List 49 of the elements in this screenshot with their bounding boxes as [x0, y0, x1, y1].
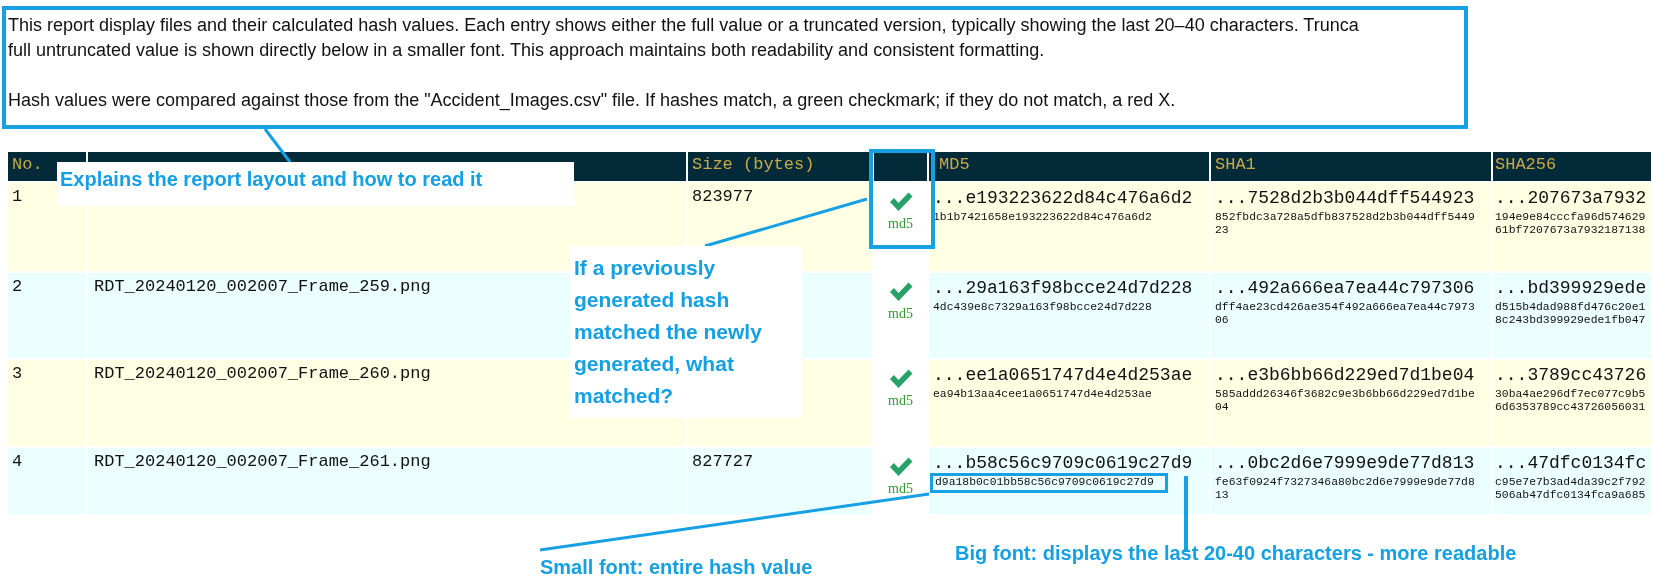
- hash-full: d515b4dad988fd476c20e1 8c243bd399929ede1fb047: [1495, 301, 1646, 327]
- file-name: RDT_20240120_002007_Frame_259.png: [94, 277, 431, 296]
- hash-short: ...207673a7932: [1495, 187, 1647, 209]
- hash-full: 194e9e84cccfa96d574629 61bf7207673a7932187138: [1495, 211, 1646, 237]
- match-label: md5: [888, 216, 913, 232]
- hash-full: 30ba4ae296df7ec077c9b5 6d6353789cc43726056031: [1495, 388, 1646, 414]
- callout-text: Explains the report layout and how to read it: [57, 162, 574, 206]
- callout-text: If a previously generated hash matched the newly generated, what matched?: [570, 246, 802, 418]
- file-size: 823977: [692, 187, 754, 206]
- hash-short: ...e193223622d84c476a6d2: [933, 187, 1193, 209]
- column-header: [874, 152, 927, 181]
- callout-text: Big font: displays the last 20-40 characters - more readable: [955, 541, 1517, 566]
- file-name: RDT_20240120_002007_Frame_260.png: [94, 364, 431, 383]
- description-text: Hash values were compared against those from the "Accident_Images.csv" file. If hashes match, a green checkmark; if they do not match, a red X.: [8, 89, 1177, 113]
- match-label: md5: [888, 481, 913, 497]
- leader-line: [263, 128, 292, 163]
- file-size: 827727: [692, 452, 754, 471]
- column-header: SHA1: [1211, 152, 1491, 181]
- row-number: 4: [12, 452, 23, 471]
- hash-full: fe63f0924f7327346a80bc2d6e7999e9de77d8 13: [1215, 476, 1475, 502]
- hash-short: ...47dfc0134fc: [1495, 452, 1647, 474]
- description-text: This report display files and their calculated hash values. Each entry shows either the full value or a truncated version, typically showing the last 20–40 characters. Trunca full untruncated value is shown directly below in a smaller font. This approach maintains both readability and consistent formatting.: [8, 14, 1360, 62]
- hash-short: ...3789cc43726: [1495, 364, 1647, 386]
- hash-short: ...b58c56c9709c0619c27d9: [933, 452, 1193, 474]
- callout-text: Small font: entire hash value: [540, 555, 813, 580]
- hash-full: 585addd26346f3682c9e3b6bb66d229ed7d1be 04: [1215, 388, 1475, 414]
- hash-short: ...0bc2d6e7999e9de77d813: [1215, 452, 1475, 474]
- hash-full: 852fbdc3a728a5dfb837528d2b3b044dff5449 23: [1215, 211, 1475, 237]
- match-label: md5: [888, 306, 913, 322]
- hash-short: ...492a666ea7ea44c797306: [1215, 277, 1475, 299]
- row-number: 2: [12, 277, 23, 296]
- row-number: 1: [12, 187, 23, 206]
- hash-full: 4dc439e8c7329a163f98bcce24d7d228: [933, 301, 1152, 314]
- hash-short: ...29a163f98bcce24d7d228: [933, 277, 1193, 299]
- hash-short: ...bd399929ede: [1495, 277, 1647, 299]
- hash-short: ...7528d2b3b044dff544923: [1215, 187, 1475, 209]
- hash-short: ...e3b6bb66d229ed7d1be04: [1215, 364, 1475, 386]
- match-label: md5: [888, 393, 913, 409]
- hash-full: d9a18b0c01bb58c56c9709c0619c27d9: [935, 476, 1155, 489]
- row-number: 3: [12, 364, 23, 383]
- column-header: Size (bytes): [688, 152, 872, 181]
- hash-full: ea94b13aa4cee1a0651747d4e4d253ae: [933, 388, 1152, 401]
- hash-full: 1b1b7421658e193223622d84c476a6d2: [933, 211, 1152, 224]
- hash-full: dff4ae23cd426ae354f492a666ea7ea44c7973 06: [1215, 301, 1475, 327]
- column-header: SHA256: [1493, 152, 1651, 181]
- file-name: RDT_20240120_002007_Frame_261.png: [94, 452, 431, 471]
- column-header: MD5: [929, 152, 1209, 181]
- hash-short: ...ee1a0651747d4e4d253ae: [933, 364, 1193, 386]
- hash-full: c95e7e7b3ad4da39c2f792 506ab47dfc0134fca9a685: [1495, 476, 1646, 502]
